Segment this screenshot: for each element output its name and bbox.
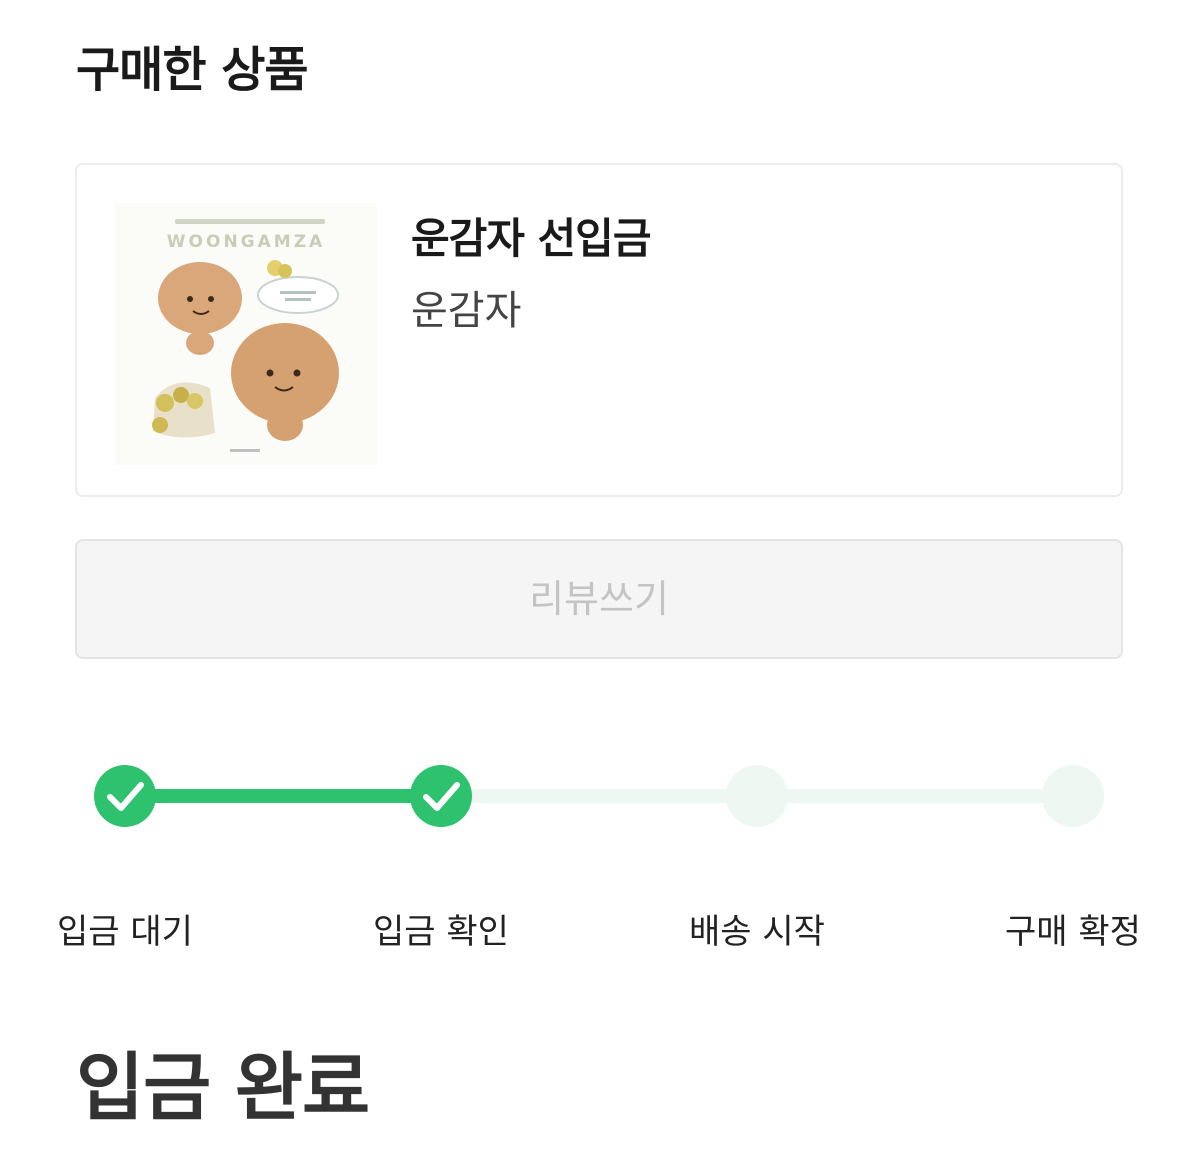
step-label-shipping-started: 배송 시작 [689,912,825,952]
product-card[interactable]: WOONGAMZA 운감자 선입금 운감자 [75,163,1123,497]
step-label-purchase-confirmed: 구매 확정 [1005,912,1141,952]
thumbnail-logo-text: WOONGAMZA [167,232,325,252]
step-label-deposit-confirmed: 입금 확인 [373,912,509,952]
progress-track-complete [125,789,441,803]
product-seller: 운감자 [411,288,522,334]
product-name[interactable]: 운감자 선입금 [411,209,651,269]
step-4-dot-icon [1042,765,1104,827]
step-label-waiting-deposit: 입금 대기 [57,912,193,952]
step-2-check-icon [410,765,472,827]
step-1-check-icon [94,765,156,827]
section-title: 구매한 상품 [76,42,309,98]
write-review-button[interactable]: 리뷰쓰기 [75,539,1123,659]
step-3-dot-icon [726,765,788,827]
product-thumbnail[interactable]: WOONGAMZA [115,203,377,465]
order-status-title: 입금 완료 [76,1045,370,1131]
product-image: WOONGAMZA [115,203,377,465]
order-progress [0,730,1200,870]
